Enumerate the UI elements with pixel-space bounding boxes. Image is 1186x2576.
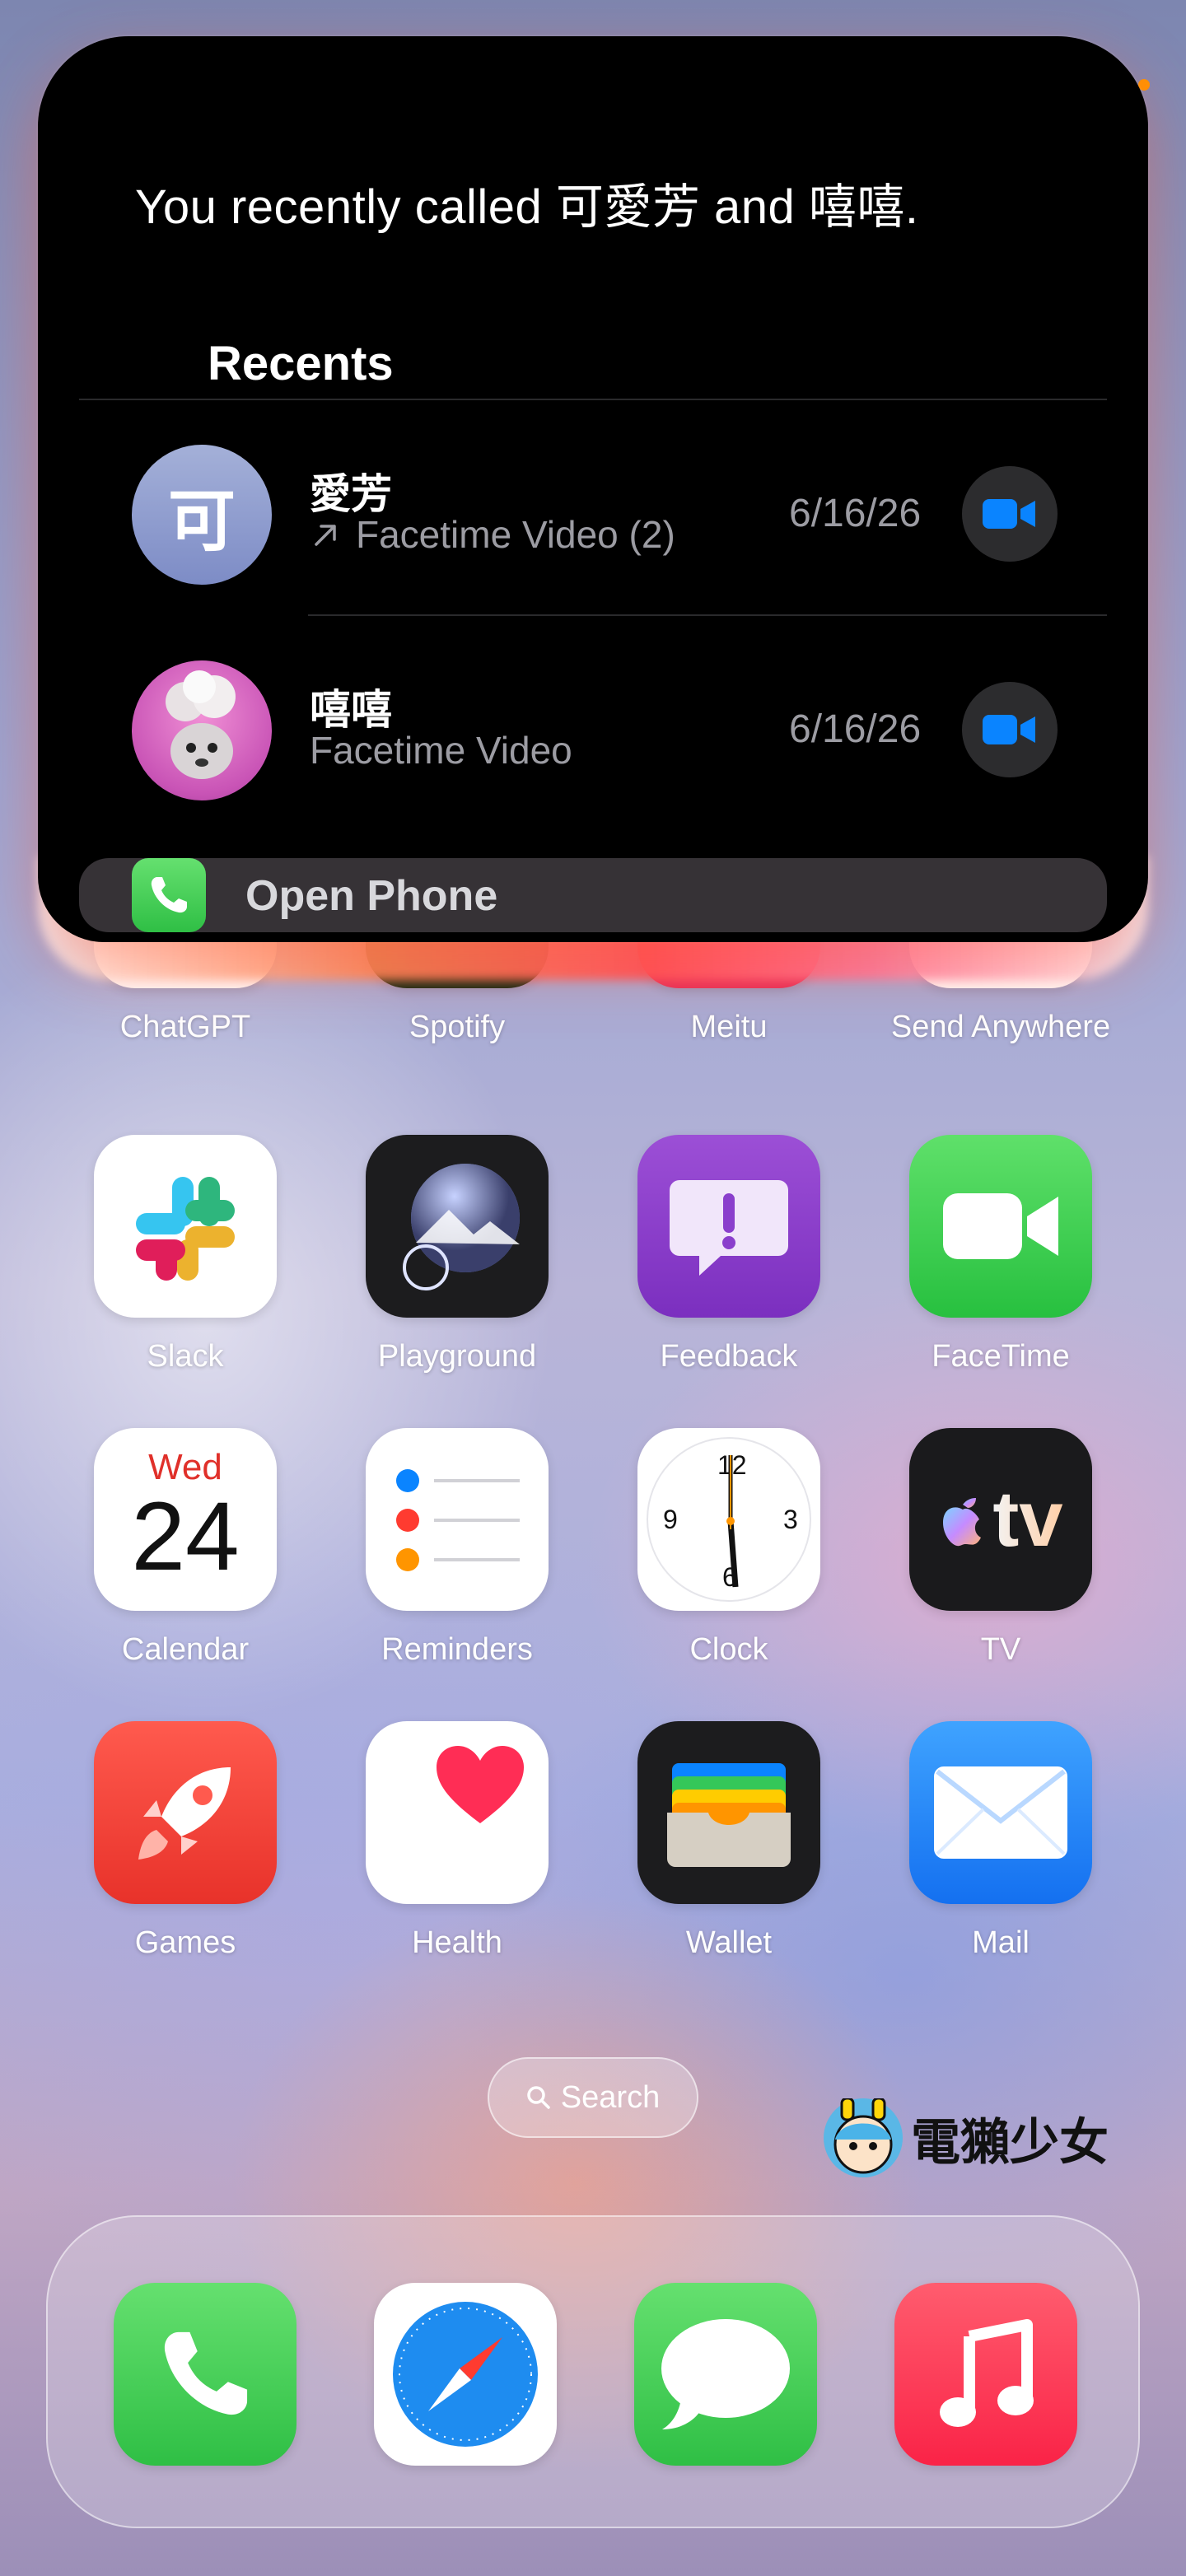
app-label: Reminders [381, 1632, 533, 1667]
call-date: 6/16/26 [789, 707, 922, 751]
message-bubble-icon [661, 2319, 790, 2429]
apple-tv-icon: tv [909, 1428, 1092, 1611]
calendar-icon: Wed 24 [94, 1428, 277, 1611]
outgoing-arrow-icon [315, 525, 336, 546]
app-calendar[interactable]: Wed 24 Calendar [94, 1428, 277, 1668]
app-label: Clock [689, 1632, 768, 1667]
games-rocket-icon [94, 1721, 277, 1904]
facetime-icon [909, 1135, 1092, 1318]
app-mail[interactable]: Mail [909, 1721, 1092, 1961]
calendar-day: 24 [131, 1482, 240, 1591]
divider [79, 399, 1107, 400]
apple-logo-icon [943, 1498, 982, 1547]
clock-icon: 12 3 6 9 [637, 1428, 820, 1611]
app-label: Wallet [685, 1925, 773, 1960]
call-type: Facetime Video (2) [356, 513, 675, 556]
mail-envelope-icon [909, 1721, 1092, 1904]
memoji-avatar [132, 660, 272, 800]
music-note-icon [940, 2319, 1034, 2427]
app-label: Send Anywhere [890, 1010, 1111, 1044]
avatar-initial: 可 [167, 483, 236, 559]
call-detail: Facetime Video [310, 728, 572, 772]
tv-wordmark: tv [992, 1475, 1063, 1563]
call-date: 6/16/26 [789, 492, 922, 535]
phone-handset-icon [164, 2331, 248, 2415]
app-label: TV [980, 1632, 1021, 1667]
app-health[interactable]: Health [366, 1721, 549, 1961]
open-phone-button[interactable]: Open Phone [79, 858, 1107, 932]
phone-app-icon [132, 858, 206, 932]
slack-icon [94, 1135, 277, 1318]
app-label: Feedback [660, 1339, 798, 1374]
app-reminders[interactable]: Reminders [366, 1428, 549, 1668]
siri-response-text: You recently called 可愛芳 and 嘻嘻. [135, 180, 919, 234]
call-type: Facetime Video [310, 729, 572, 772]
recent-call-row[interactable]: 可 愛芳 Facetime Video (2) 6/16/26 [38, 420, 1066, 618]
call-detail: Facetime Video (2) [310, 512, 675, 557]
dock-safari-app[interactable] [374, 2283, 557, 2466]
facetime-video-button[interactable] [962, 682, 1058, 777]
app-wallet[interactable]: Wallet [637, 1721, 820, 1961]
video-camera-icon [983, 715, 1035, 744]
dock-messages-app[interactable] [634, 2283, 817, 2466]
phone-handset-icon [151, 877, 187, 913]
divider [308, 614, 1107, 616]
search-label: Search [560, 2079, 661, 2115]
facetime-video-button[interactable] [962, 466, 1058, 562]
home-search-button[interactable]: Search [488, 2057, 698, 2138]
app-playground[interactable]: Playground [366, 1135, 549, 1374]
app-label: Playground [377, 1339, 537, 1374]
app-label: Calendar [121, 1632, 250, 1667]
app-label: Mail [972, 1925, 1030, 1960]
wallet-icon [637, 1721, 820, 1904]
dock [46, 2215, 1140, 2528]
app-label: Health [412, 1925, 502, 1960]
app-games[interactable]: Games [94, 1721, 277, 1961]
open-phone-label: Open Phone [245, 872, 498, 920]
health-heart-icon [366, 1721, 549, 1904]
app-label: Slack [147, 1339, 224, 1374]
clock-face: 12 3 6 9 [647, 1437, 811, 1602]
app-label: Games [134, 1925, 236, 1960]
app-tv[interactable]: tv TV [909, 1428, 1092, 1668]
app-slack[interactable]: Slack [94, 1135, 277, 1374]
safari-compass-icon [393, 2302, 538, 2447]
memoji-icon [166, 670, 236, 779]
video-camera-icon [983, 499, 1035, 529]
recents-title: Recents [208, 337, 394, 390]
reminders-icon [366, 1428, 549, 1611]
watermark-text: 電獺少女 [911, 2114, 1109, 2170]
avatar: 可 [132, 445, 272, 585]
dock-phone-app[interactable] [114, 2283, 296, 2466]
app-label: Meitu [690, 1010, 768, 1044]
dock-music-app[interactable] [894, 2283, 1077, 2466]
playground-icon [366, 1135, 549, 1318]
app-label: ChatGPT [119, 1010, 251, 1044]
app-feedback[interactable]: Feedback [637, 1135, 820, 1374]
watermark-logo: 電獺少女 [824, 2097, 1109, 2177]
search-icon [527, 2086, 550, 2109]
mascot-icon [824, 2097, 903, 2177]
app-facetime[interactable]: FaceTime [909, 1135, 1092, 1374]
app-label: FaceTime [932, 1339, 1070, 1374]
app-label: Spotify [409, 1010, 506, 1044]
feedback-icon [637, 1135, 820, 1318]
recent-call-row[interactable]: 嘻嘻 Facetime Video 6/16/26 [38, 636, 1066, 833]
siri-recents-card: You recently called 可愛芳 and 嘻嘻. Recents … [38, 36, 1148, 942]
app-clock[interactable]: 12 3 6 9 Clock [637, 1428, 820, 1668]
